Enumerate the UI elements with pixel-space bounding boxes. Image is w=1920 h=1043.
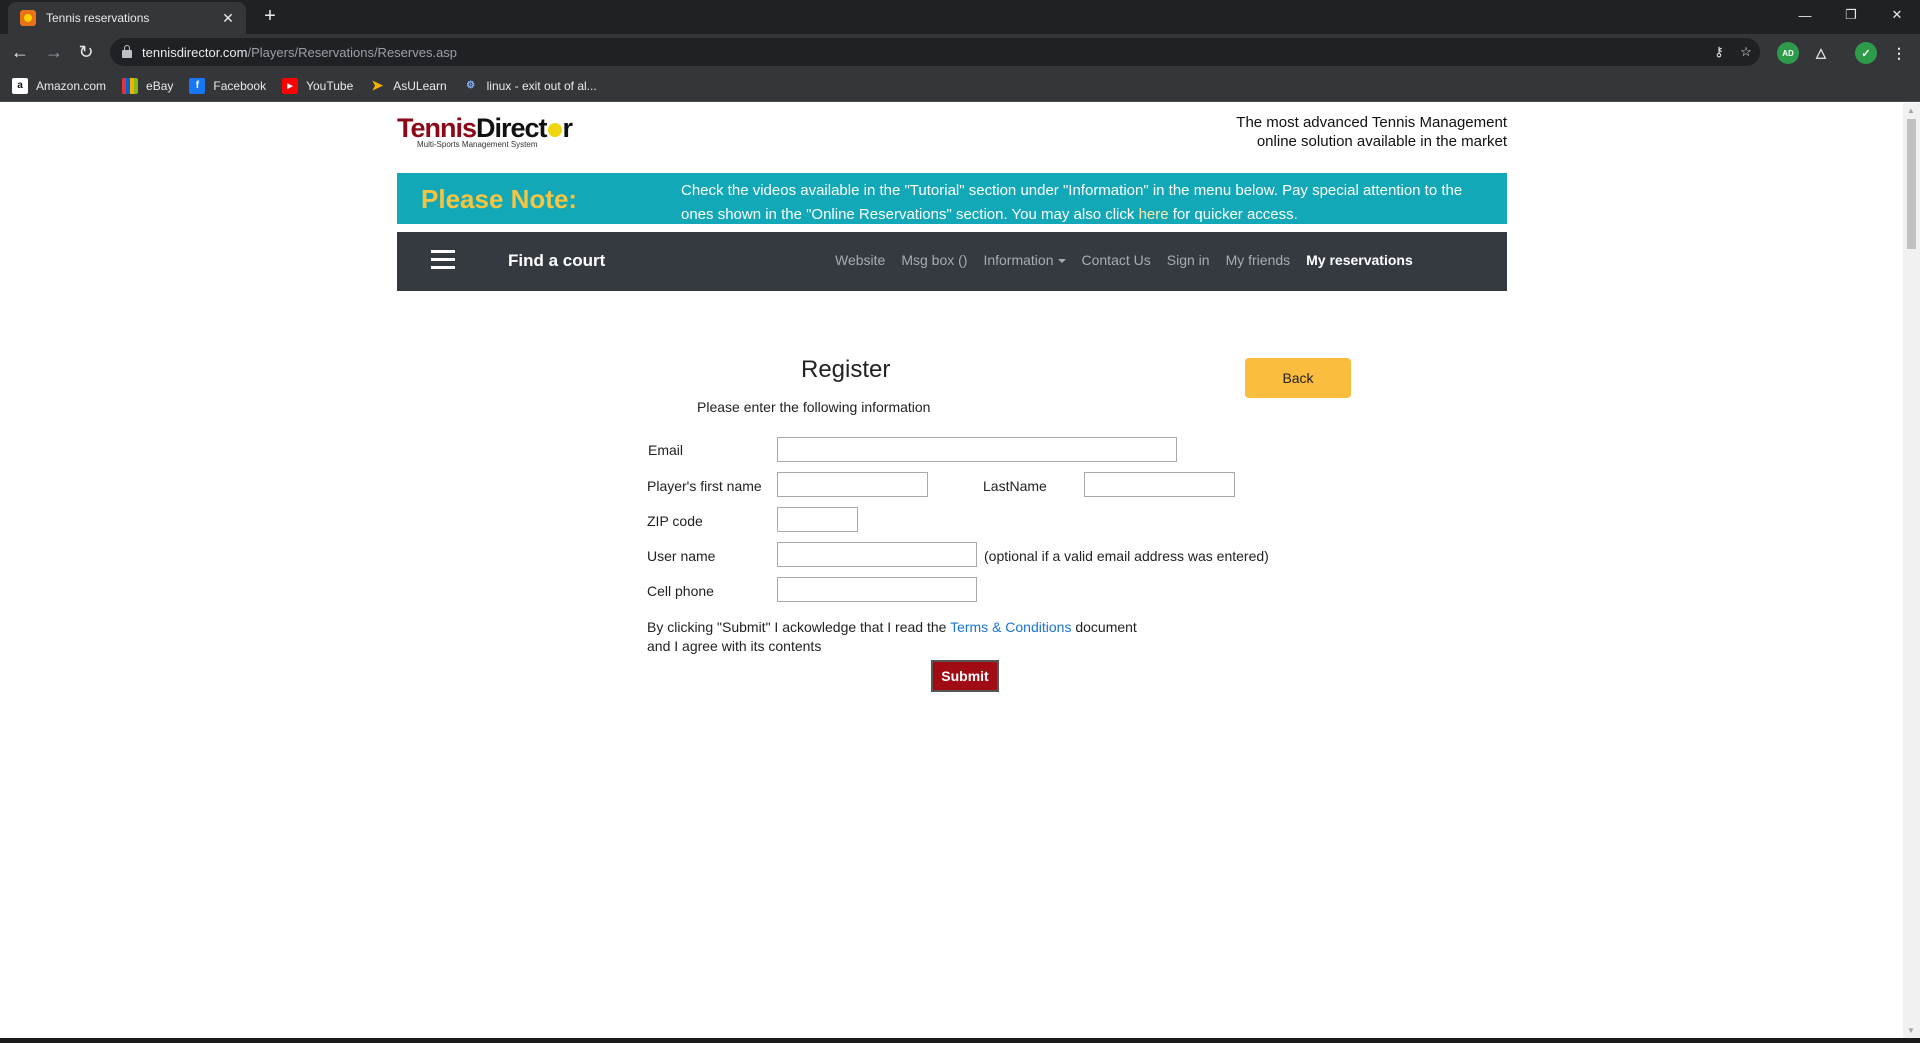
zip-code-label: ZIP code <box>647 513 703 529</box>
nav-links: Website Msg box () Information Contact U… <box>835 252 1429 268</box>
first-name-field[interactable] <box>777 472 928 497</box>
nav-website[interactable]: Website <box>835 252 885 268</box>
bookmark-youtube[interactable]: ▶ YouTube <box>282 77 353 94</box>
cell-phone-label: Cell phone <box>647 583 714 599</box>
scroll-up-icon[interactable]: ▲ <box>1907 106 1915 115</box>
extension-ad-icon[interactable]: AD <box>1777 42 1799 64</box>
username-label: User name <box>647 548 716 564</box>
ebay-icon <box>122 77 139 94</box>
page-viewport: TennisDirect r Multi-Sports Management Sy… <box>0 103 1920 1043</box>
window-controls: — ❐ ✕ <box>1782 0 1920 30</box>
page-scrollbar[interactable]: ▲ ▼ <box>1903 103 1920 1038</box>
nav-information[interactable]: Information <box>983 252 1066 268</box>
bookmarks-bar: a Amazon.com eBay f Facebook ▶ YouTube ➤ AsU… <box>0 70 1920 102</box>
email-field[interactable] <box>777 437 1177 462</box>
facebook-icon: f <box>189 77 206 94</box>
notice-title: Please Note: <box>421 184 578 214</box>
new-tab-button[interactable]: + <box>256 5 284 28</box>
last-name-label: LastName <box>983 478 1047 494</box>
username-field[interactable] <box>777 542 977 567</box>
linux-icon: ⚙ <box>466 80 476 91</box>
close-window-icon[interactable]: ✕ <box>1874 0 1920 30</box>
key-icon[interactable]: ⚷ <box>1708 42 1730 62</box>
extension-drive-icon[interactable]: △ <box>1810 42 1832 64</box>
tab-title: Tennis reservations <box>46 11 150 25</box>
browser-toolbar: ← → ↻ tennisdirector.com/Players/Reserva… <box>0 34 1920 70</box>
main-navbar: Find a court Website Msg box () Informat… <box>397 232 1507 291</box>
bottom-strip <box>0 1038 1920 1043</box>
last-name-field[interactable] <box>1084 472 1235 497</box>
extension-shield-icon[interactable]: ✓ <box>1855 42 1877 64</box>
restore-icon[interactable]: ❐ <box>1828 0 1874 30</box>
url-text: tennisdirector.com/Players/Reservations/… <box>142 44 458 60</box>
bookmark-amazon[interactable]: a Amazon.com <box>12 77 106 94</box>
close-tab-icon[interactable]: ✕ <box>216 10 240 27</box>
submit-button[interactable]: Submit <box>931 660 999 692</box>
page-title: Register <box>801 356 891 383</box>
address-bar[interactable]: tennisdirector.com/Players/Reservations/… <box>110 38 1760 66</box>
tennis-favicon-icon <box>20 10 36 26</box>
username-note: (optional if a valid email address was e… <box>984 548 1269 564</box>
notice-banner: Please Note: Check the videos available … <box>397 173 1507 224</box>
asulearn-icon: ➤ <box>371 77 384 93</box>
hamburger-menu-icon[interactable] <box>431 250 455 270</box>
cell-phone-field[interactable] <box>777 577 977 602</box>
forward-arrow-icon[interactable]: → <box>40 38 68 66</box>
scroll-down-icon[interactable]: ▼ <box>1907 1026 1915 1035</box>
nav-msg-box[interactable]: Msg box () <box>901 252 967 268</box>
site-tagline: The most advanced Tennis Management onli… <box>1236 114 1507 150</box>
reload-icon[interactable]: ↻ <box>72 38 100 66</box>
back-arrow-icon[interactable]: ← <box>6 38 34 66</box>
zip-code-field[interactable] <box>777 507 858 532</box>
bookmark-ebay[interactable]: eBay <box>122 77 173 94</box>
tennisdirector-logo[interactable]: TennisDirect r Multi-Sports Management Sy… <box>397 114 577 154</box>
browser-tab-bar: Tennis reservations ✕ + — ❐ ✕ <box>0 0 1920 34</box>
bookmark-asulearn[interactable]: ➤ AsULearn <box>369 77 446 94</box>
scroll-thumb[interactable] <box>1907 119 1916 249</box>
nav-my-reservations[interactable]: My reservations <box>1306 252 1413 268</box>
lock-icon <box>122 45 132 58</box>
email-label: Email <box>648 442 684 458</box>
browser-tab[interactable]: Tennis reservations ✕ <box>8 2 246 34</box>
notice-text: Check the videos available in the "Tutor… <box>681 182 1463 223</box>
terms-conditions-link[interactable]: Terms & Conditions <box>950 619 1071 635</box>
youtube-icon: ▶ <box>282 77 299 94</box>
browser-menu-icon[interactable]: ⋮ <box>1888 42 1910 64</box>
form-instruction: Please enter the following information <box>697 399 931 415</box>
navbar-brand[interactable]: Find a court <box>508 251 605 271</box>
here-link[interactable]: here <box>1139 206 1169 223</box>
bookmark-linux[interactable]: ⚙ linux - exit out of al... <box>463 78 597 94</box>
tennis-ball-icon <box>547 122 562 137</box>
dropdown-caret-icon <box>1057 259 1066 264</box>
terms-text: By clicking "Submit" I ackowledge that I… <box>647 619 1137 654</box>
bookmark-facebook[interactable]: f Facebook <box>189 77 266 94</box>
back-button[interactable]: Back <box>1245 358 1351 398</box>
nav-contact-us[interactable]: Contact Us <box>1082 252 1151 268</box>
amazon-icon: a <box>12 77 28 94</box>
minimize-icon[interactable]: — <box>1782 0 1828 30</box>
first-name-label: Player's first name <box>647 478 762 494</box>
bookmark-star-icon[interactable]: ☆ <box>1735 42 1757 62</box>
nav-my-friends[interactable]: My friends <box>1226 252 1291 268</box>
nav-sign-in[interactable]: Sign in <box>1167 252 1210 268</box>
